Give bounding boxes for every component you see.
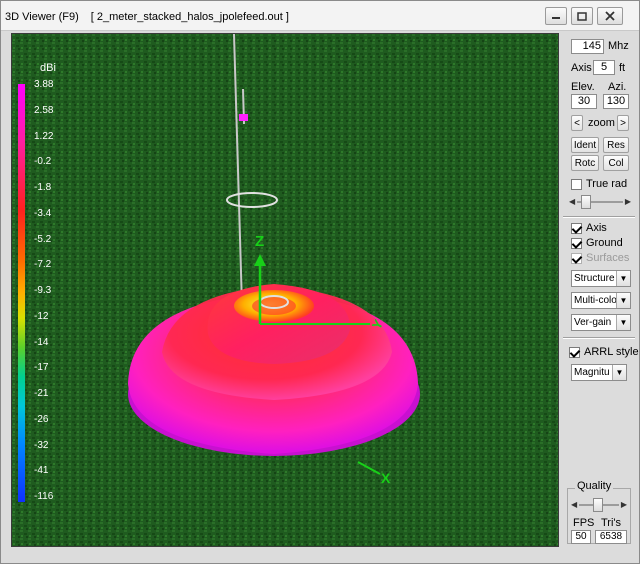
scale-tick-label: -21 xyxy=(34,388,49,399)
slider-left-icon: ◀ xyxy=(569,197,576,206)
elev-label: Elev. xyxy=(571,81,595,93)
zoom-label: zoom xyxy=(588,117,615,129)
color-scale-bar xyxy=(18,84,25,502)
true-rad-box[interactable] xyxy=(571,178,582,190)
color-scale-labels: 3.88 2.58 1.22 -0.2 -1.8 -3.4 -5.2 -7.2 -9.3 -12 -… xyxy=(34,79,74,509)
ground-box[interactable] xyxy=(571,237,582,249)
surfaces-box xyxy=(571,252,582,264)
col-button[interactable]: Col xyxy=(603,155,629,171)
magnitude-select[interactable]: Magnitu ▼ xyxy=(571,364,627,381)
axis-length-unit: ft xyxy=(619,62,626,74)
scale-tick-label: -14 xyxy=(34,336,49,348)
chevron-down-icon: ▼ xyxy=(616,271,630,286)
azi-label: Azi. xyxy=(608,81,627,93)
feedpoint-marker xyxy=(239,114,248,121)
arrl-style-label: ARRL style xyxy=(584,346,639,358)
true-rad-label: True rad xyxy=(586,178,628,190)
ident-button[interactable]: Ident xyxy=(571,137,599,153)
title-bar[interactable]: 3D Viewer (F9) [ 2_meter_stacked_halos_jp… xyxy=(1,1,639,31)
3d-viewport[interactable]: Z Y X dBi 3.88 2.58 1.22 -0.2 -1.8 -3.4 -5.2 -7… xyxy=(11,33,559,547)
axis-check-label: Axis xyxy=(586,222,607,234)
scale-tick-label: -32 xyxy=(34,439,49,451)
scale-tick-label: -3.4 xyxy=(34,207,52,219)
close-icon xyxy=(605,11,615,21)
close-button[interactable] xyxy=(597,7,623,25)
axis-length-input[interactable]: 5 xyxy=(593,60,615,75)
rotc-button[interactable]: Rotc xyxy=(571,155,599,171)
gain-mode-select-value: Ver-gain xyxy=(574,317,612,328)
scale-tick-label: -1.8 xyxy=(34,182,52,193)
scale-tick-label: -9.3 xyxy=(34,285,52,296)
minimize-button[interactable] xyxy=(545,7,567,25)
quality-slider[interactable]: ◀ ▶ xyxy=(571,498,627,512)
surfaces-checkbox: Surfaces xyxy=(571,252,629,264)
control-panel: 145 Mhz Axis 5 ft Elev. Azi. 30 130 < zo… xyxy=(563,33,639,547)
zoom-out-button[interactable]: < xyxy=(571,115,583,131)
zoom-in-button[interactable]: > xyxy=(617,115,629,131)
scale-tick-label: -5.2 xyxy=(34,233,52,245)
ground-checkbox[interactable]: Ground xyxy=(571,237,623,249)
scale-tick-label: -7.2 xyxy=(34,259,52,271)
rad-slider-thumb[interactable] xyxy=(581,195,591,209)
structure-select-value: Structure xyxy=(574,273,615,284)
scale-tick-label: 3.88 xyxy=(34,79,54,90)
arrl-style-checkbox[interactable]: ARRL style xyxy=(569,346,639,358)
fps-value: 50 xyxy=(571,530,591,544)
separator xyxy=(563,216,635,218)
tris-value: 6538 xyxy=(595,530,627,544)
azi-input[interactable]: 130 xyxy=(603,94,629,109)
axis-length-label: Axis xyxy=(571,62,592,74)
window-title-text: 3D Viewer (F9) xyxy=(5,11,79,23)
chevron-down-icon: ▼ xyxy=(612,365,626,380)
frequency-input[interactable]: 145 xyxy=(571,39,604,54)
scale-tick-label: -12 xyxy=(34,310,49,322)
x-axis-label: X xyxy=(381,470,391,486)
scale-tick-label: -116 xyxy=(34,491,54,502)
magnitude-select-value: Magnitu xyxy=(574,367,610,378)
viewer-window: 3D Viewer (F9) [ 2_meter_stacked_halos_jp… xyxy=(0,0,640,564)
chevron-down-icon: ▼ xyxy=(616,293,630,308)
scale-tick-label: -0.2 xyxy=(34,156,52,168)
true-rad-checkbox[interactable]: True rad xyxy=(571,178,627,190)
scale-tick-label: -17 xyxy=(34,362,49,374)
scale-unit-label: dBi xyxy=(40,62,56,74)
separator xyxy=(563,337,635,339)
gain-mode-select[interactable]: Ver-gain ▼ xyxy=(571,314,631,331)
quality-label: Quality xyxy=(575,480,614,492)
window-file-name: [ 2_meter_stacked_halos_jpolefeed.out ] xyxy=(90,11,289,23)
scale-tick-label: -41 xyxy=(34,465,49,477)
chevron-down-icon: ▼ xyxy=(616,315,630,330)
color-mode-select[interactable]: Multi-colo ▼ xyxy=(571,292,631,309)
rad-slider[interactable]: ◀ ▶ xyxy=(569,195,631,209)
slider-right-icon: ▶ xyxy=(624,197,631,206)
axis-checkbox[interactable]: Axis xyxy=(571,222,607,234)
axis-box[interactable] xyxy=(571,222,582,234)
structure-select[interactable]: Structure ▼ xyxy=(571,270,631,287)
scale-tick-label: 2.58 xyxy=(34,104,54,116)
elev-input[interactable]: 30 xyxy=(571,94,597,109)
frequency-unit: Mhz xyxy=(608,40,629,52)
color-mode-select-value: Multi-colo xyxy=(574,295,617,306)
fps-label: FPS xyxy=(573,517,595,529)
tris-label: Tri's xyxy=(601,517,622,529)
res-button[interactable]: Res xyxy=(603,137,629,153)
scale-tick-label: -26 xyxy=(34,413,49,425)
minimize-icon xyxy=(552,17,560,19)
maximize-icon xyxy=(577,11,587,21)
window-title: 3D Viewer (F9) [ 2_meter_stacked_halos_jp… xyxy=(5,11,289,23)
scale-tick-label: 1.22 xyxy=(34,130,54,142)
maximize-button[interactable] xyxy=(571,7,593,25)
z-axis-label: Z xyxy=(255,233,264,250)
surfaces-check-label: Surfaces xyxy=(586,252,630,264)
arrl-style-box[interactable] xyxy=(569,346,580,358)
ground-check-label: Ground xyxy=(586,237,623,249)
slider-left-icon: ◀ xyxy=(571,500,578,509)
3d-scene[interactable]: Z Y X xyxy=(12,34,559,547)
quality-slider-thumb[interactable] xyxy=(593,498,603,512)
slider-right-icon: ▶ xyxy=(620,500,627,509)
